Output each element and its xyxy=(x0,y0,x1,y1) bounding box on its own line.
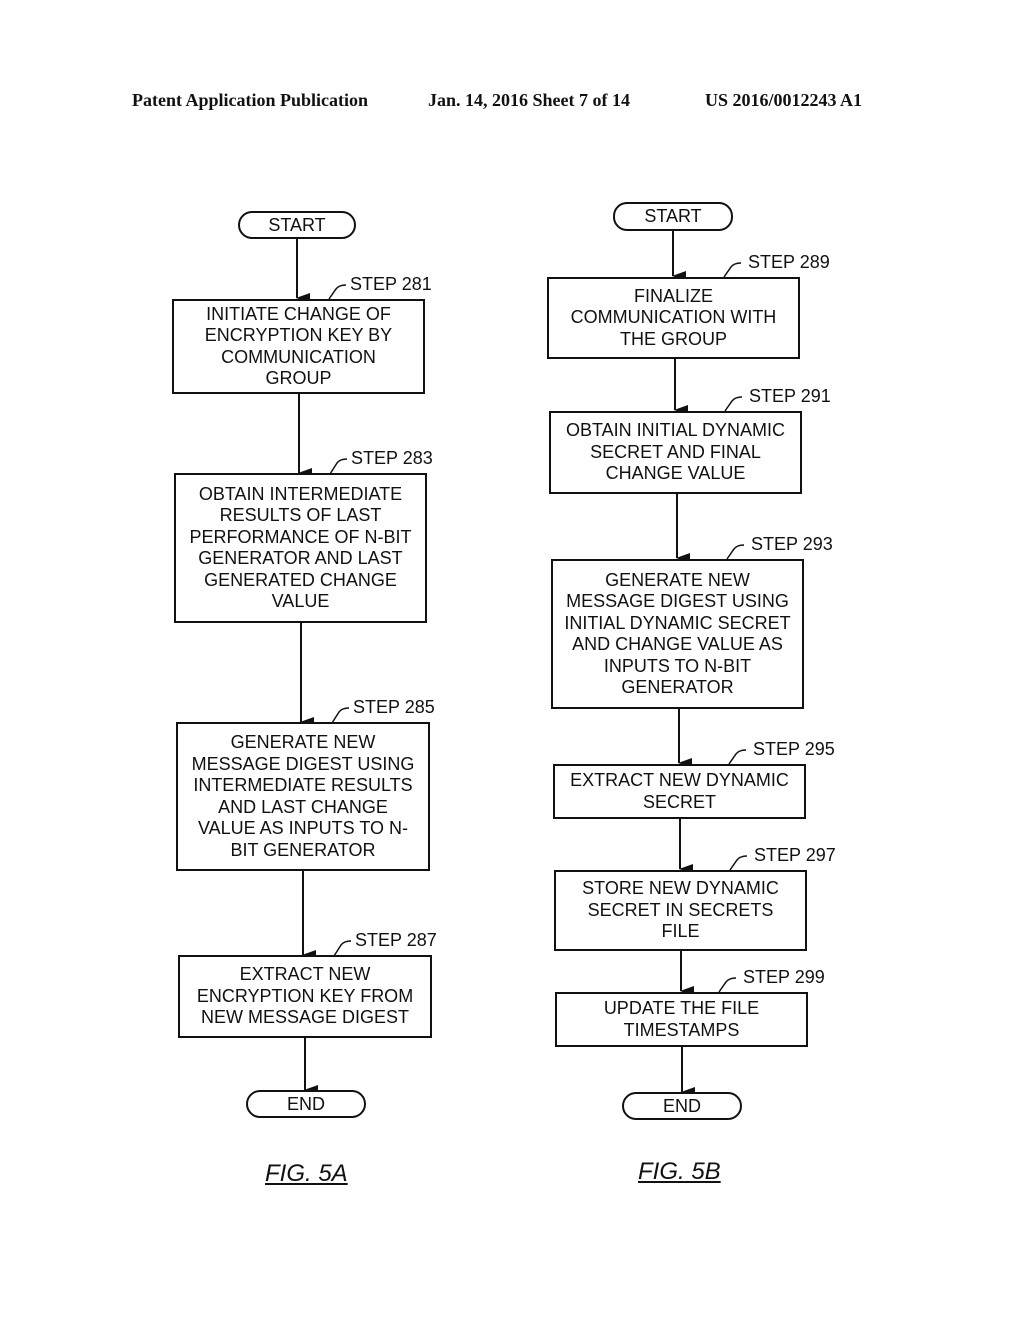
fig5b-step-297-label: STEP 297 xyxy=(754,845,836,865)
fig5a-start-terminal: START xyxy=(238,211,356,239)
fig5b-step-293-box: GENERATE NEW MESSAGE DIGEST USING INITIA… xyxy=(551,559,804,709)
fig5a-end-terminal: END xyxy=(246,1090,366,1118)
fig5b-caption: FIG. 5B xyxy=(638,1158,721,1185)
fig5a-step-281-box: INITIATE CHANGE OF ENCRYPTION KEY BY COM… xyxy=(172,299,425,394)
leader-step-283 xyxy=(329,458,348,475)
fig5b-step-289-box: FINALIZE COMMUNICATION WITH THE GROUP xyxy=(547,277,800,359)
leader-step-291 xyxy=(724,396,743,412)
fig5b-step-291-box: OBTAIN INITIAL DYNAMIC SECRET AND FINAL … xyxy=(549,411,802,494)
leader-step-289 xyxy=(723,262,742,278)
fig5a-step-285-label: STEP 285 xyxy=(353,697,435,717)
leader-step-293 xyxy=(726,544,745,560)
fig5a-step-281-label: STEP 281 xyxy=(350,274,432,294)
connector-layer xyxy=(296,230,748,1097)
fig5b-step-299-box: UPDATE THE FILE TIMESTAMPS xyxy=(555,992,808,1047)
fig5b-step-295-label: STEP 295 xyxy=(753,739,835,759)
fig5b-step-295-box: EXTRACT NEW DYNAMIC SECRET xyxy=(553,764,806,819)
fig5b-step-289-label: STEP 289 xyxy=(748,252,830,272)
fig5a-step-285-box: GENERATE NEW MESSAGE DIGEST USING INTERM… xyxy=(176,722,430,871)
fig5b-step-291-label: STEP 291 xyxy=(749,386,831,406)
fig5a-step-283-label: STEP 283 xyxy=(351,448,433,468)
fig5a-step-287-box: EXTRACT NEW ENCRYPTION KEY FROM NEW MESS… xyxy=(178,955,432,1038)
fig5a-caption: FIG. 5A xyxy=(265,1160,348,1187)
fig5b-step-299-label: STEP 299 xyxy=(743,967,825,987)
fig5b-end-terminal: END xyxy=(622,1092,742,1120)
fig5a-step-287-label: STEP 287 xyxy=(355,930,437,950)
leader-step-285 xyxy=(331,707,350,724)
fig5b-start-terminal: START xyxy=(613,202,733,231)
fig5a-step-283-box: OBTAIN INTERMEDIATE RESULTS OF LAST PERF… xyxy=(174,473,427,623)
leader-step-281 xyxy=(328,284,347,300)
leader-step-299 xyxy=(718,977,737,993)
leader-step-295 xyxy=(728,749,747,765)
leader-step-297 xyxy=(729,855,748,871)
fig5b-step-297-box: STORE NEW DYNAMIC SECRET IN SECRETS FILE xyxy=(554,870,807,951)
fig5b-step-293-label: STEP 293 xyxy=(751,534,833,554)
leader-step-287 xyxy=(333,940,352,957)
